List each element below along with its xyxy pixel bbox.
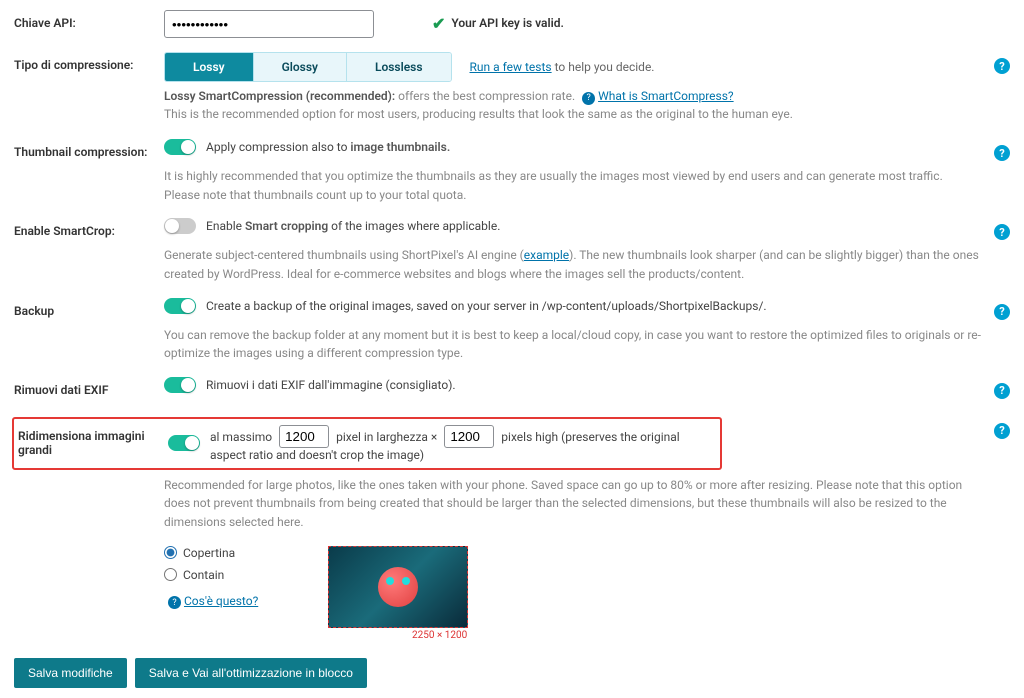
save-and-bulk-button[interactable]: Salva e Vai all'ottimizzazione in blocco [135,658,367,688]
smartcrop-toggle-label: Enable Smart cropping of the images wher… [206,219,500,233]
compression-help-text: Run a few tests to help you decide. [470,60,655,74]
resize-controls: al massimo pixel in larghezza × pixels h… [210,425,716,462]
what-is-smartcompress-link[interactable]: What is SmartCompress? [598,89,734,103]
api-key-input[interactable] [164,10,374,38]
smartcrop-toggle[interactable] [164,218,196,234]
api-valid-badge: ✔ Your API key is valid. [432,14,564,33]
help-icon[interactable]: ? [994,58,1010,74]
resize-cover-option[interactable]: Copertina [164,546,258,560]
resize-cover-radio[interactable] [164,546,177,559]
resize-toggle[interactable] [168,435,200,451]
info-icon[interactable]: ? [582,92,595,105]
exif-toggle[interactable] [164,377,196,393]
resize-contain-label: Contain [183,568,224,582]
exif-toggle-label: Rimuovi i dati EXIF dall'immagine (consi… [206,378,456,392]
tab-glossy[interactable]: Glossy [254,53,347,81]
robot-icon [378,567,418,607]
run-tests-link[interactable]: Run a few tests [470,60,552,74]
resize-desc: Recommended for large photos, like the o… [164,476,1010,532]
help-icon[interactable]: ? [994,224,1010,240]
whats-this-link[interactable]: Cos'è questo? [184,594,258,608]
help-icon[interactable]: ? [994,383,1010,399]
check-icon: ✔ [432,14,445,33]
info-icon[interactable]: ? [168,596,181,609]
compression-desc: Lossy SmartCompression (recommended): of… [164,87,984,123]
resize-preview-image: 2250 × 1200 [328,546,468,628]
api-key-label: Chiave API: [14,10,164,30]
thumbnail-desc: It is highly recommended that you optimi… [164,167,1010,204]
thumbnail-toggle[interactable] [164,139,196,155]
api-valid-text: Your API key is valid. [451,16,564,30]
help-icon[interactable]: ? [994,423,1010,439]
resize-highlight-box: Ridimensiona immagini grandi al massimo … [12,417,722,470]
resize-height-input[interactable] [444,425,494,448]
help-icon[interactable]: ? [994,304,1010,320]
preview-dimensions: 2250 × 1200 [412,630,467,641]
exif-label: Rimuovi dati EXIF [14,377,164,397]
smartcrop-label: Enable SmartCrop: [14,218,164,238]
backup-label: Backup [14,298,164,318]
resize-label: Ridimensiona immagini grandi [18,429,168,457]
compression-type-label: Tipo di compressione: [14,52,164,72]
help-icon[interactable]: ? [994,145,1010,161]
backup-desc: You can remove the backup folder at any … [164,326,1010,363]
thumbnail-compression-label: Thumbnail compression: [14,139,164,159]
resize-contain-option[interactable]: Contain [164,568,258,582]
tab-lossless[interactable]: Lossless [347,53,451,81]
resize-cover-label: Copertina [183,546,235,560]
thumbnail-toggle-label: Apply compression also to image thumbnai… [206,140,450,154]
smartcrop-desc: Generate subject-centered thumbnails usi… [164,246,1010,283]
tab-lossy[interactable]: Lossy [165,53,254,81]
compression-tabs: Lossy Glossy Lossless [164,52,452,82]
resize-width-input[interactable] [279,425,329,448]
backup-toggle[interactable] [164,298,196,314]
save-button[interactable]: Salva modifiche [14,658,127,688]
resize-contain-radio[interactable] [164,568,177,581]
backup-toggle-label: Create a backup of the original images, … [206,299,767,313]
smartcrop-example-link[interactable]: example [524,248,569,262]
